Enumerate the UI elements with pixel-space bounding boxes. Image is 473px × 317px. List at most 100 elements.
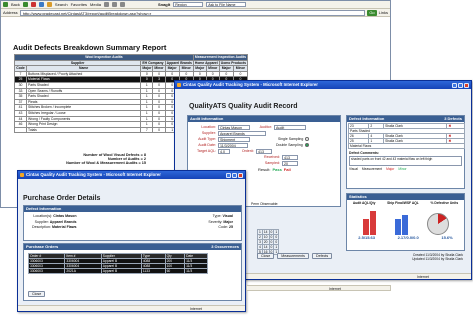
zone-text: Internet [329,287,341,291]
favorites-button[interactable]: Favorites [71,2,87,7]
updated-text: Updated 11/3/2004 by Shaila Clark [412,257,463,261]
ie-logo-icon [177,83,181,87]
close-button[interactable]: Close [28,291,46,297]
media-button[interactable]: Media [90,2,101,7]
links-button[interactable]: Links [379,10,388,15]
comments-field[interactable]: shaded parts on front 42 and 43 material… [349,156,462,166]
statistics-panel: Statistics Audit AQL/Qty Ship Final/WSF A… [346,193,465,251]
purchase-orders-panel: Purchase Orders 3 Occurrences Order # Item… [23,243,242,301]
audit-type-label: Audit Type: [198,137,216,141]
maximize-icon[interactable] [458,82,463,88]
supplier-value: Apparel Brands [49,219,77,224]
row-value: 7 [140,126,154,134]
row-value: 0 [152,126,166,134]
back-icon[interactable] [3,2,8,7]
region-select[interactable]: Region [173,2,204,7]
location-label: Location(s): [33,214,53,218]
forward-icon[interactable] [22,2,28,7]
description-value: Material Flaws [51,225,77,229]
single-sampling-radio[interactable] [305,137,310,141]
report-title: Audit Defects Breakdown Summary Report [13,43,167,52]
aql-bar-chart [362,211,376,235]
record-buttons: Close Measurements Defects [257,253,333,259]
minimize-icon[interactable] [452,82,457,88]
col-eh-company: EH Company [140,59,166,67]
panel-header: Audit Information [190,116,224,121]
window-title: Cintas Quality Audit Tracking System - M… [183,82,318,87]
po-heading: Purchase Order Details [23,195,101,202]
supplier-label: Supplier: [201,131,216,135]
close-icon[interactable] [464,82,469,88]
address-label: Address [3,10,18,15]
occurrence-count: 3 Occurrences [211,244,239,249]
defects-button[interactable]: Defects [311,253,333,259]
pass-radio[interactable]: Pass [272,167,281,172]
sub-header: Minor [152,65,166,72]
auditor-select[interactable]: Audit [274,124,306,130]
panel-header: Defect Information [349,116,385,121]
auditor-label: Auditor: [259,125,272,129]
background-status-bar: Internet [246,285,391,291]
snagit-button[interactable]: SnagIt [158,2,170,7]
result-label: Result: [258,166,271,172]
fail-radio[interactable]: Fail [284,167,291,172]
stop-icon[interactable] [30,2,36,7]
legend-measurement: Measurement [361,167,383,171]
browser-toolbar: Back Search Favorites Media SnagIt Regio… [1,1,390,9]
table-row[interactable]: 3306003 2021A Apparel B 1133 60 11/3 [27,268,208,274]
url-input[interactable]: http://www.gradecast.net/CintasIAT3/repo… [19,9,366,16]
foot-value: 15 [141,161,146,165]
window-title: Cintas Quality Audit Tracking System - M… [26,172,161,177]
mail-icon[interactable] [111,2,117,7]
target-aql-field[interactable]: 4.0 [218,148,230,154]
record-heading: QualityATS Quality Audit Record [189,103,298,110]
received-field[interactable]: 413 [282,154,298,160]
group-header-measurement: Measurement Inspection Audits [192,54,249,61]
defect-count: 3 Defects [444,116,462,121]
double-sampling-radio[interactable] [304,143,309,147]
code-label: Code: [218,225,228,229]
defect-desc: Material Flaws [348,143,465,149]
stat-value: 15.6% [441,235,453,240]
audit-date-field[interactable]: 11/3/2004 [218,142,248,148]
sampled-field[interactable]: 20 [282,160,298,166]
close-icon[interactable] [238,172,243,178]
close-button[interactable]: Close [257,253,275,259]
record-meta: Created 11/3/2004 by Shaila Clark Update… [385,253,463,261]
double-sampling-label: Double Sampling [276,143,303,147]
order-field[interactable]: 413 [256,148,272,154]
type-label: Type: [212,214,222,218]
orders-table: Order # Item # Supplier Type Qty Date 3306003… [27,253,208,274]
panel-header: Defect Information [26,206,62,211]
history-icon[interactable] [103,2,109,7]
defects-table: 23 2 Shaila Clark ✖ Parts Shaded 26 4 Shaila … [347,123,465,149]
zone-text: Internet [417,275,429,279]
type-value: Visual [222,214,233,218]
print-icon[interactable] [119,2,125,7]
foot-label: Number of Wool & Measurement Audits = [66,161,141,165]
sampled-label: Sampled: [264,161,280,165]
audit-type-select[interactable]: Shipment [218,136,250,142]
minimize-icon[interactable] [226,172,231,178]
stat-value: 2.17/0.0/0.0 [397,235,419,240]
legend-minor: Minor [398,167,407,171]
legend-visual: Visual [349,167,358,171]
search-button[interactable]: Search [55,2,68,7]
filename-select[interactable]: Ask to File Name [206,2,247,7]
location-select[interactable]: Cintas Mason [218,124,250,130]
sub-header: Code [14,65,27,72]
measurements-button[interactable]: Measurements [277,253,309,259]
panel-header: Statistics [349,194,367,199]
refresh-icon[interactable] [38,2,44,7]
maximize-icon[interactable] [232,172,237,178]
po-details-window: Cintas Quality Audit Tracking System - M… [17,170,246,312]
col-uomo: Uomo Products [218,59,249,67]
single-sampling-label: Single Sampling [278,137,304,141]
home-icon[interactable] [46,2,52,7]
back-button[interactable]: Back [11,2,20,7]
summary-footer: Number of Wool Visual Defects = 8 Number… [26,153,146,165]
code-value: 25 [229,225,233,229]
go-button[interactable]: Go [367,9,377,16]
supplier-select[interactable]: Apparel Brands [218,130,266,136]
severity-label: Severity: [208,219,223,224]
